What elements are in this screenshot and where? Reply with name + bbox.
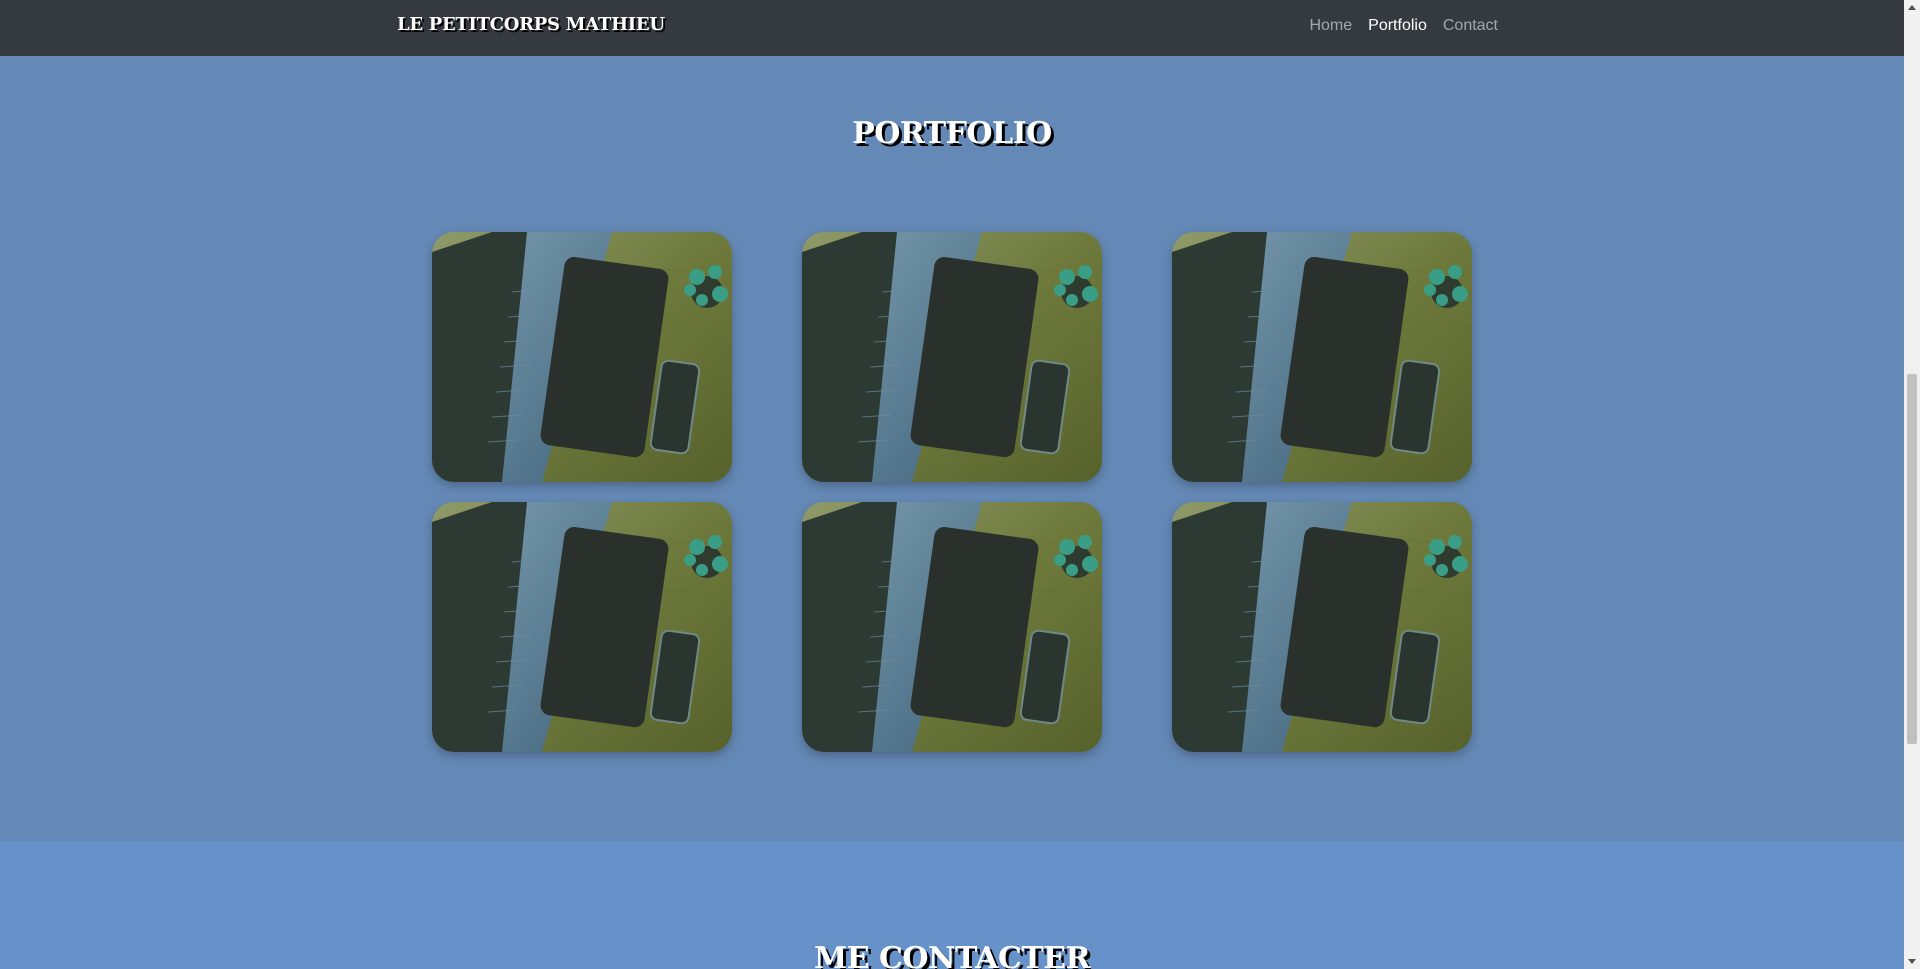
portfolio-card[interactable]	[432, 502, 732, 752]
portfolio-card[interactable]	[802, 232, 1102, 482]
portfolio-card[interactable]	[802, 502, 1102, 752]
portfolio-title: PORTFOLIO	[852, 116, 1052, 151]
nav-links: Home Portfolio Contact	[1309, 17, 1498, 35]
top-navbar: LE PETITCORPS MATHIEU Home Portfolio Con…	[0, 0, 1904, 56]
contact-section: ME CONTACTER	[0, 841, 1904, 969]
desk-photo-image	[802, 502, 1102, 752]
desk-photo-image	[1172, 502, 1472, 752]
desk-photo-image	[432, 502, 732, 752]
portfolio-section: PORTFOLIO	[0, 56, 1904, 841]
nav-link-contact[interactable]: Contact	[1443, 17, 1498, 35]
scrollbar-thumb[interactable]	[1907, 374, 1917, 744]
nav-link-home[interactable]: Home	[1309, 17, 1352, 35]
portfolio-grid	[432, 232, 1472, 752]
nav-link-portfolio[interactable]: Portfolio	[1368, 17, 1427, 35]
site-brand[interactable]: LE PETITCORPS MATHIEU	[397, 14, 665, 35]
contact-title: ME CONTACTER	[814, 941, 1090, 969]
desk-photo-image	[1172, 232, 1472, 482]
scroll-down-arrow-icon[interactable]	[1908, 959, 1916, 964]
portfolio-card[interactable]	[1172, 232, 1472, 482]
desk-photo-image	[802, 232, 1102, 482]
page-scrollbar[interactable]	[1904, 0, 1920, 969]
desk-photo-image	[432, 232, 732, 482]
scroll-up-arrow-icon[interactable]	[1908, 5, 1916, 10]
portfolio-card[interactable]	[432, 232, 732, 482]
portfolio-card[interactable]	[1172, 502, 1472, 752]
